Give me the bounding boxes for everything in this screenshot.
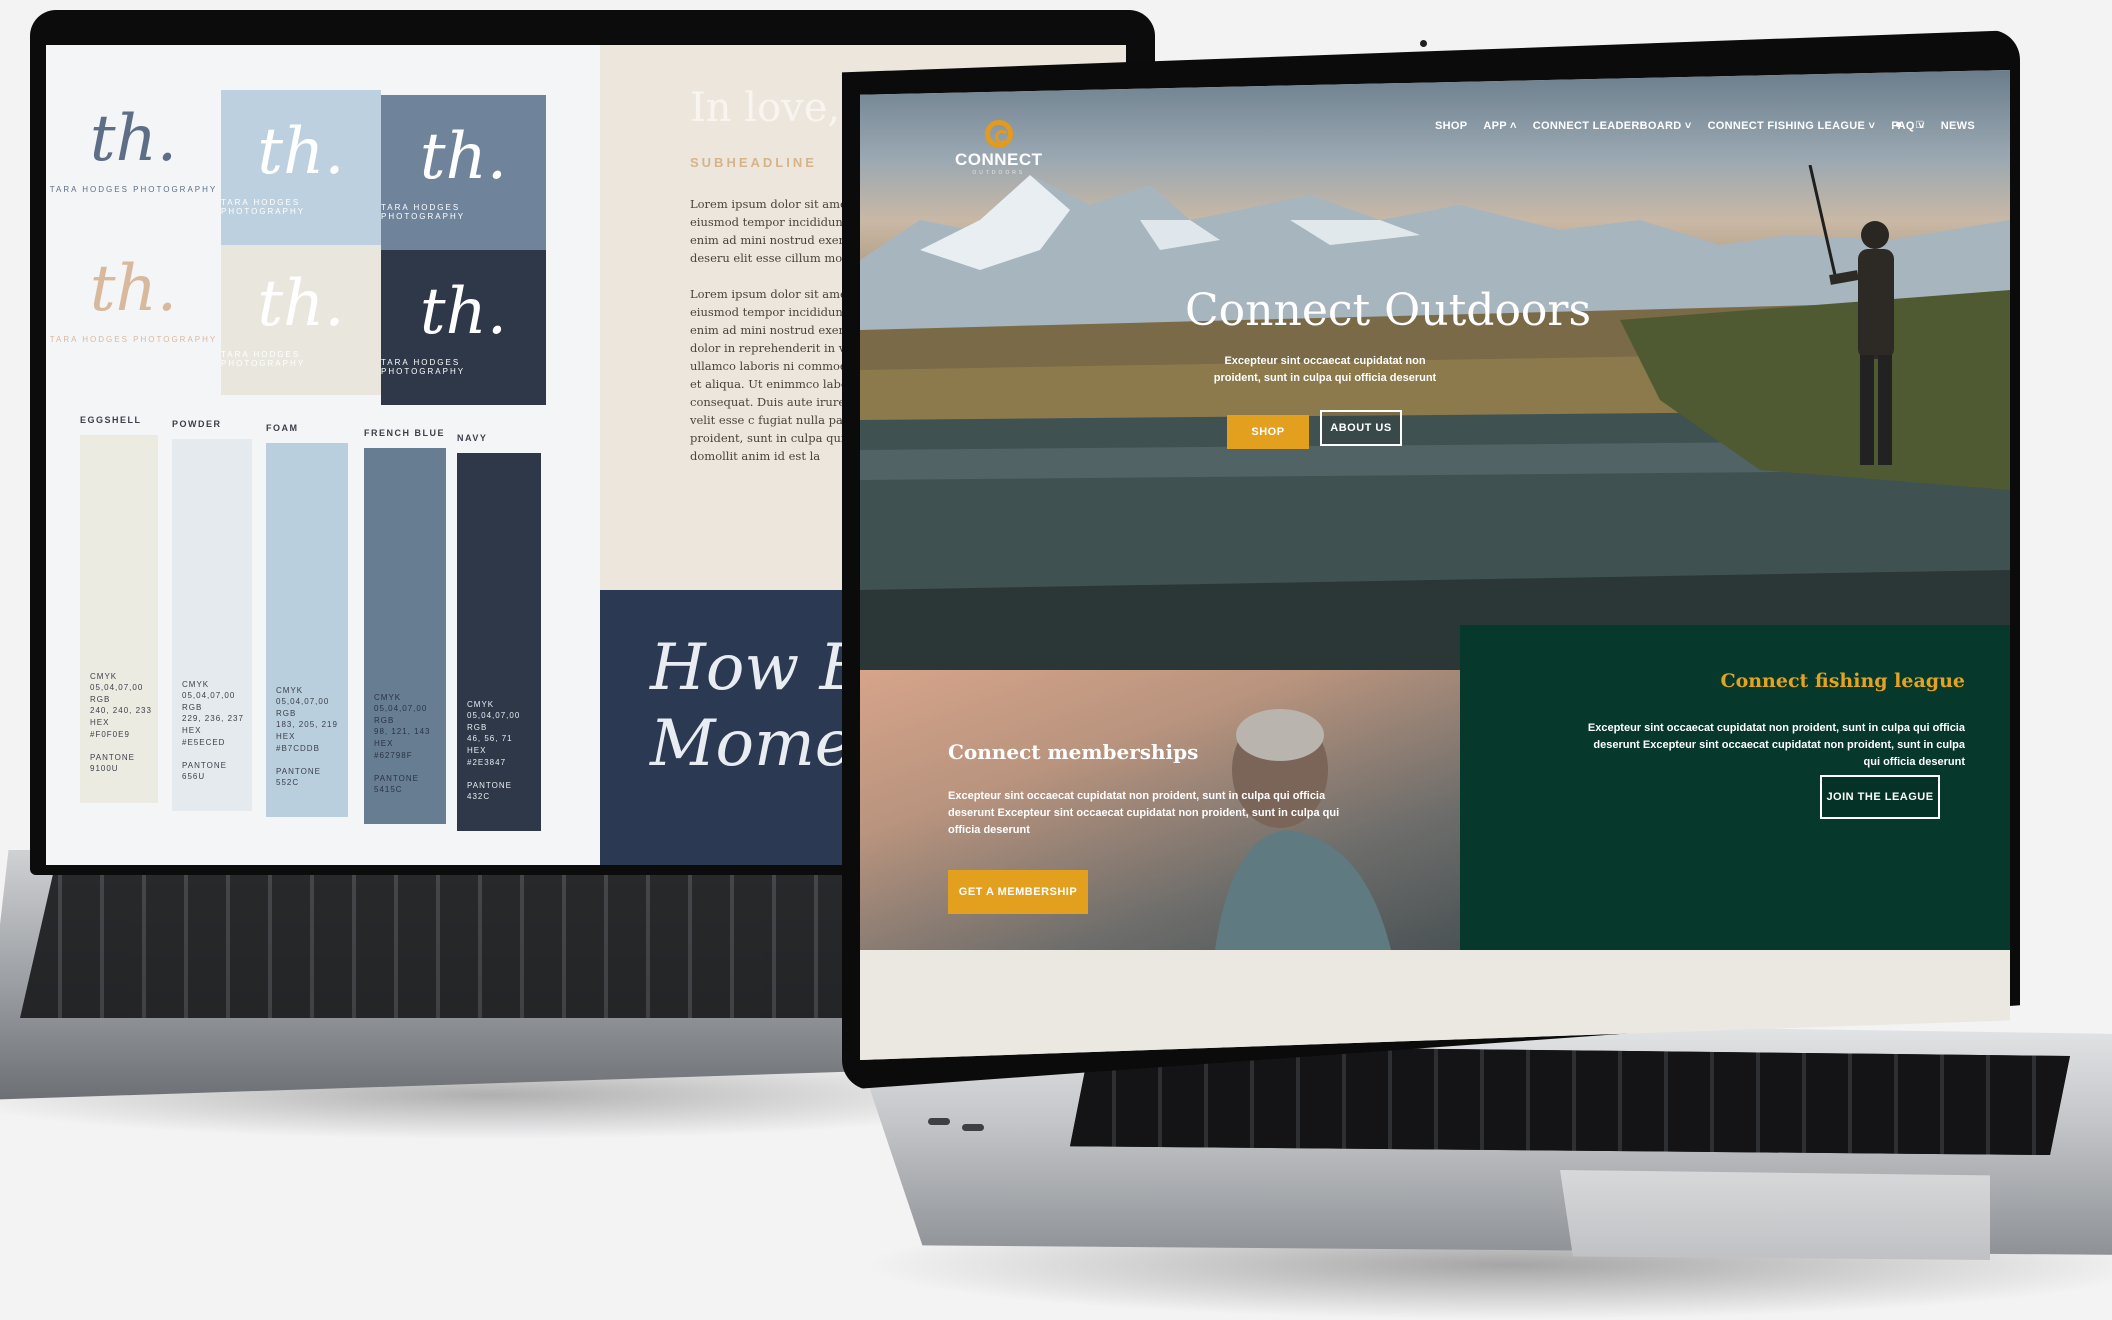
swatch-label: NAVY xyxy=(457,433,488,443)
swatch-navy: CMYK 05,04,07,00 RGB 46, 56, 71 HEX #2E3… xyxy=(457,453,541,831)
header-icons: ● □ xyxy=(1895,117,1924,131)
logo-caption: TARA HODGES PHOTOGRAPHY xyxy=(49,184,218,194)
swatch-french-blue: CMYK 05,04,07,00 RGB 98, 121, 143 HEX #6… xyxy=(364,448,446,824)
get-membership-button[interactable]: GET A MEMBERSHIP xyxy=(948,870,1088,914)
logo-mark: th. xyxy=(257,114,345,189)
angler-silhouette xyxy=(1808,165,1894,465)
nav-item-app[interactable]: APP ˄ xyxy=(1483,120,1516,132)
logo-caption: TARA HODGES PHOTOGRAPHY xyxy=(221,350,306,368)
doc-subheadline: SUBHEADLINE xyxy=(690,155,817,170)
logo-caption: TARA HODGES PHOTOGRAPHY xyxy=(221,197,306,216)
brand-guide-sheet: th. TARA HODGES PHOTOGRAPHY th. TARA HOD… xyxy=(46,45,600,865)
usb-c-port xyxy=(962,1124,984,1131)
swatch-eggshell: CMYK 05,04,07,00 RGB 240, 240, 233 HEX #… xyxy=(80,435,158,803)
league-title: Connect fishing league xyxy=(1720,670,1965,692)
main-nav: SHOP APP ˄ CONNECT LEADERBOARD ˅ CONNECT… xyxy=(1435,120,1975,132)
shop-button[interactable]: SHOP xyxy=(1227,415,1309,449)
logo-tile-5: th. TARA HODGES PHOTOGRAPHY xyxy=(221,245,381,395)
nav-item-leaderboard[interactable]: CONNECT LEADERBOARD ˅ xyxy=(1533,120,1692,132)
swatch-foam: CMYK 05,04,07,00 RGB 183, 205, 219 HEX #… xyxy=(266,443,348,817)
nav-item-news[interactable]: NEWS xyxy=(1941,120,1975,132)
logo-mark: th. xyxy=(89,251,178,326)
swatch-spec: CMYK 05,04,07,00 RGB 229, 236, 237 HEX #… xyxy=(182,679,244,782)
swatch-spec: CMYK 05,04,07,00 RGB 98, 121, 143 HEX #6… xyxy=(374,692,431,795)
swatch-label: FOAM xyxy=(266,423,299,433)
fishing-league-section: Connect fishing league Excepteur sint oc… xyxy=(1460,625,2010,1000)
swatch-spec: CMYK 05,04,07,00 RGB 183, 205, 219 HEX #… xyxy=(276,685,338,788)
logo-tile-1: th. TARA HODGES PHOTOGRAPHY xyxy=(46,75,221,225)
swatch-label: EGGSHELL xyxy=(80,415,142,425)
brand-name: CONNECT xyxy=(955,150,1043,169)
memberships-title: Connect memberships xyxy=(948,740,1199,764)
nav-item-shop[interactable]: SHOP xyxy=(1435,120,1467,132)
logo-tile-4: th. TARA HODGES PHOTOGRAPHY xyxy=(46,225,221,375)
usb-c-port xyxy=(928,1118,950,1125)
right-laptop-trackpad xyxy=(1560,1170,1990,1260)
logo-mark: th. xyxy=(89,101,178,176)
webcam xyxy=(1420,40,1427,47)
hero-section: CONNECT OUTDOORS SHOP APP ˄ CONNECT LEAD… xyxy=(860,70,2010,700)
league-description: Excepteur sint occaecat cupidatat non pr… xyxy=(1587,722,1965,768)
logo-mark: th. xyxy=(419,274,508,349)
memberships-description: Excepteur sint occaecat cupidatat non pr… xyxy=(948,790,1340,836)
logo-caption: TARA HODGES PHOTOGRAPHY xyxy=(381,357,466,376)
nav-item-fishing-league[interactable]: CONNECT FISHING LEAGUE ˅ xyxy=(1708,120,1876,132)
brand-logo[interactable]: CONNECT OUTDOORS xyxy=(955,120,1043,176)
logo-caption: TARA HODGES PHOTOGRAPHY xyxy=(381,202,466,221)
cart-icon[interactable]: □ xyxy=(1916,117,1923,131)
logo-caption: TARA HODGES PHOTOGRAPHY xyxy=(49,334,218,344)
swatch-label: POWDER xyxy=(172,419,222,429)
hero-title: Connect Outdoors xyxy=(1185,285,1592,336)
about-us-button[interactable]: ABOUT US xyxy=(1320,410,1402,446)
hero-description: Excepteur sint occaecat cupidatat non pr… xyxy=(1213,355,1437,384)
swatch-powder: CMYK 05,04,07,00 RGB 229, 236, 237 HEX #… xyxy=(172,439,252,811)
brand-logo-icon xyxy=(984,120,1013,148)
join-league-button[interactable]: JOIN THE LEAGUE xyxy=(1820,775,1940,819)
logo-mark: th. xyxy=(419,119,508,194)
logo-tile-3: th. TARA HODGES PHOTOGRAPHY xyxy=(381,95,546,250)
swatch-spec: CMYK 05,04,07,00 RGB 46, 56, 71 HEX #2E3… xyxy=(467,699,521,802)
swatch-label: FRENCH BLUE xyxy=(364,428,445,438)
connect-outdoors-website: CONNECT OUTDOORS SHOP APP ˄ CONNECT LEAD… xyxy=(860,70,2010,1060)
brand-tagline: OUTDOORS xyxy=(972,170,1026,176)
swatch-spec: CMYK 05,04,07,00 RGB 240, 240, 233 HEX #… xyxy=(90,671,152,774)
user-icon[interactable]: ● xyxy=(1895,117,1902,131)
logo-mark: th. xyxy=(257,267,345,341)
left-laptop-keyboard xyxy=(20,868,880,1018)
logo-tile-2: th. TARA HODGES PHOTOGRAPHY xyxy=(221,90,381,245)
logo-tile-6: th. TARA HODGES PHOTOGRAPHY xyxy=(381,250,546,405)
